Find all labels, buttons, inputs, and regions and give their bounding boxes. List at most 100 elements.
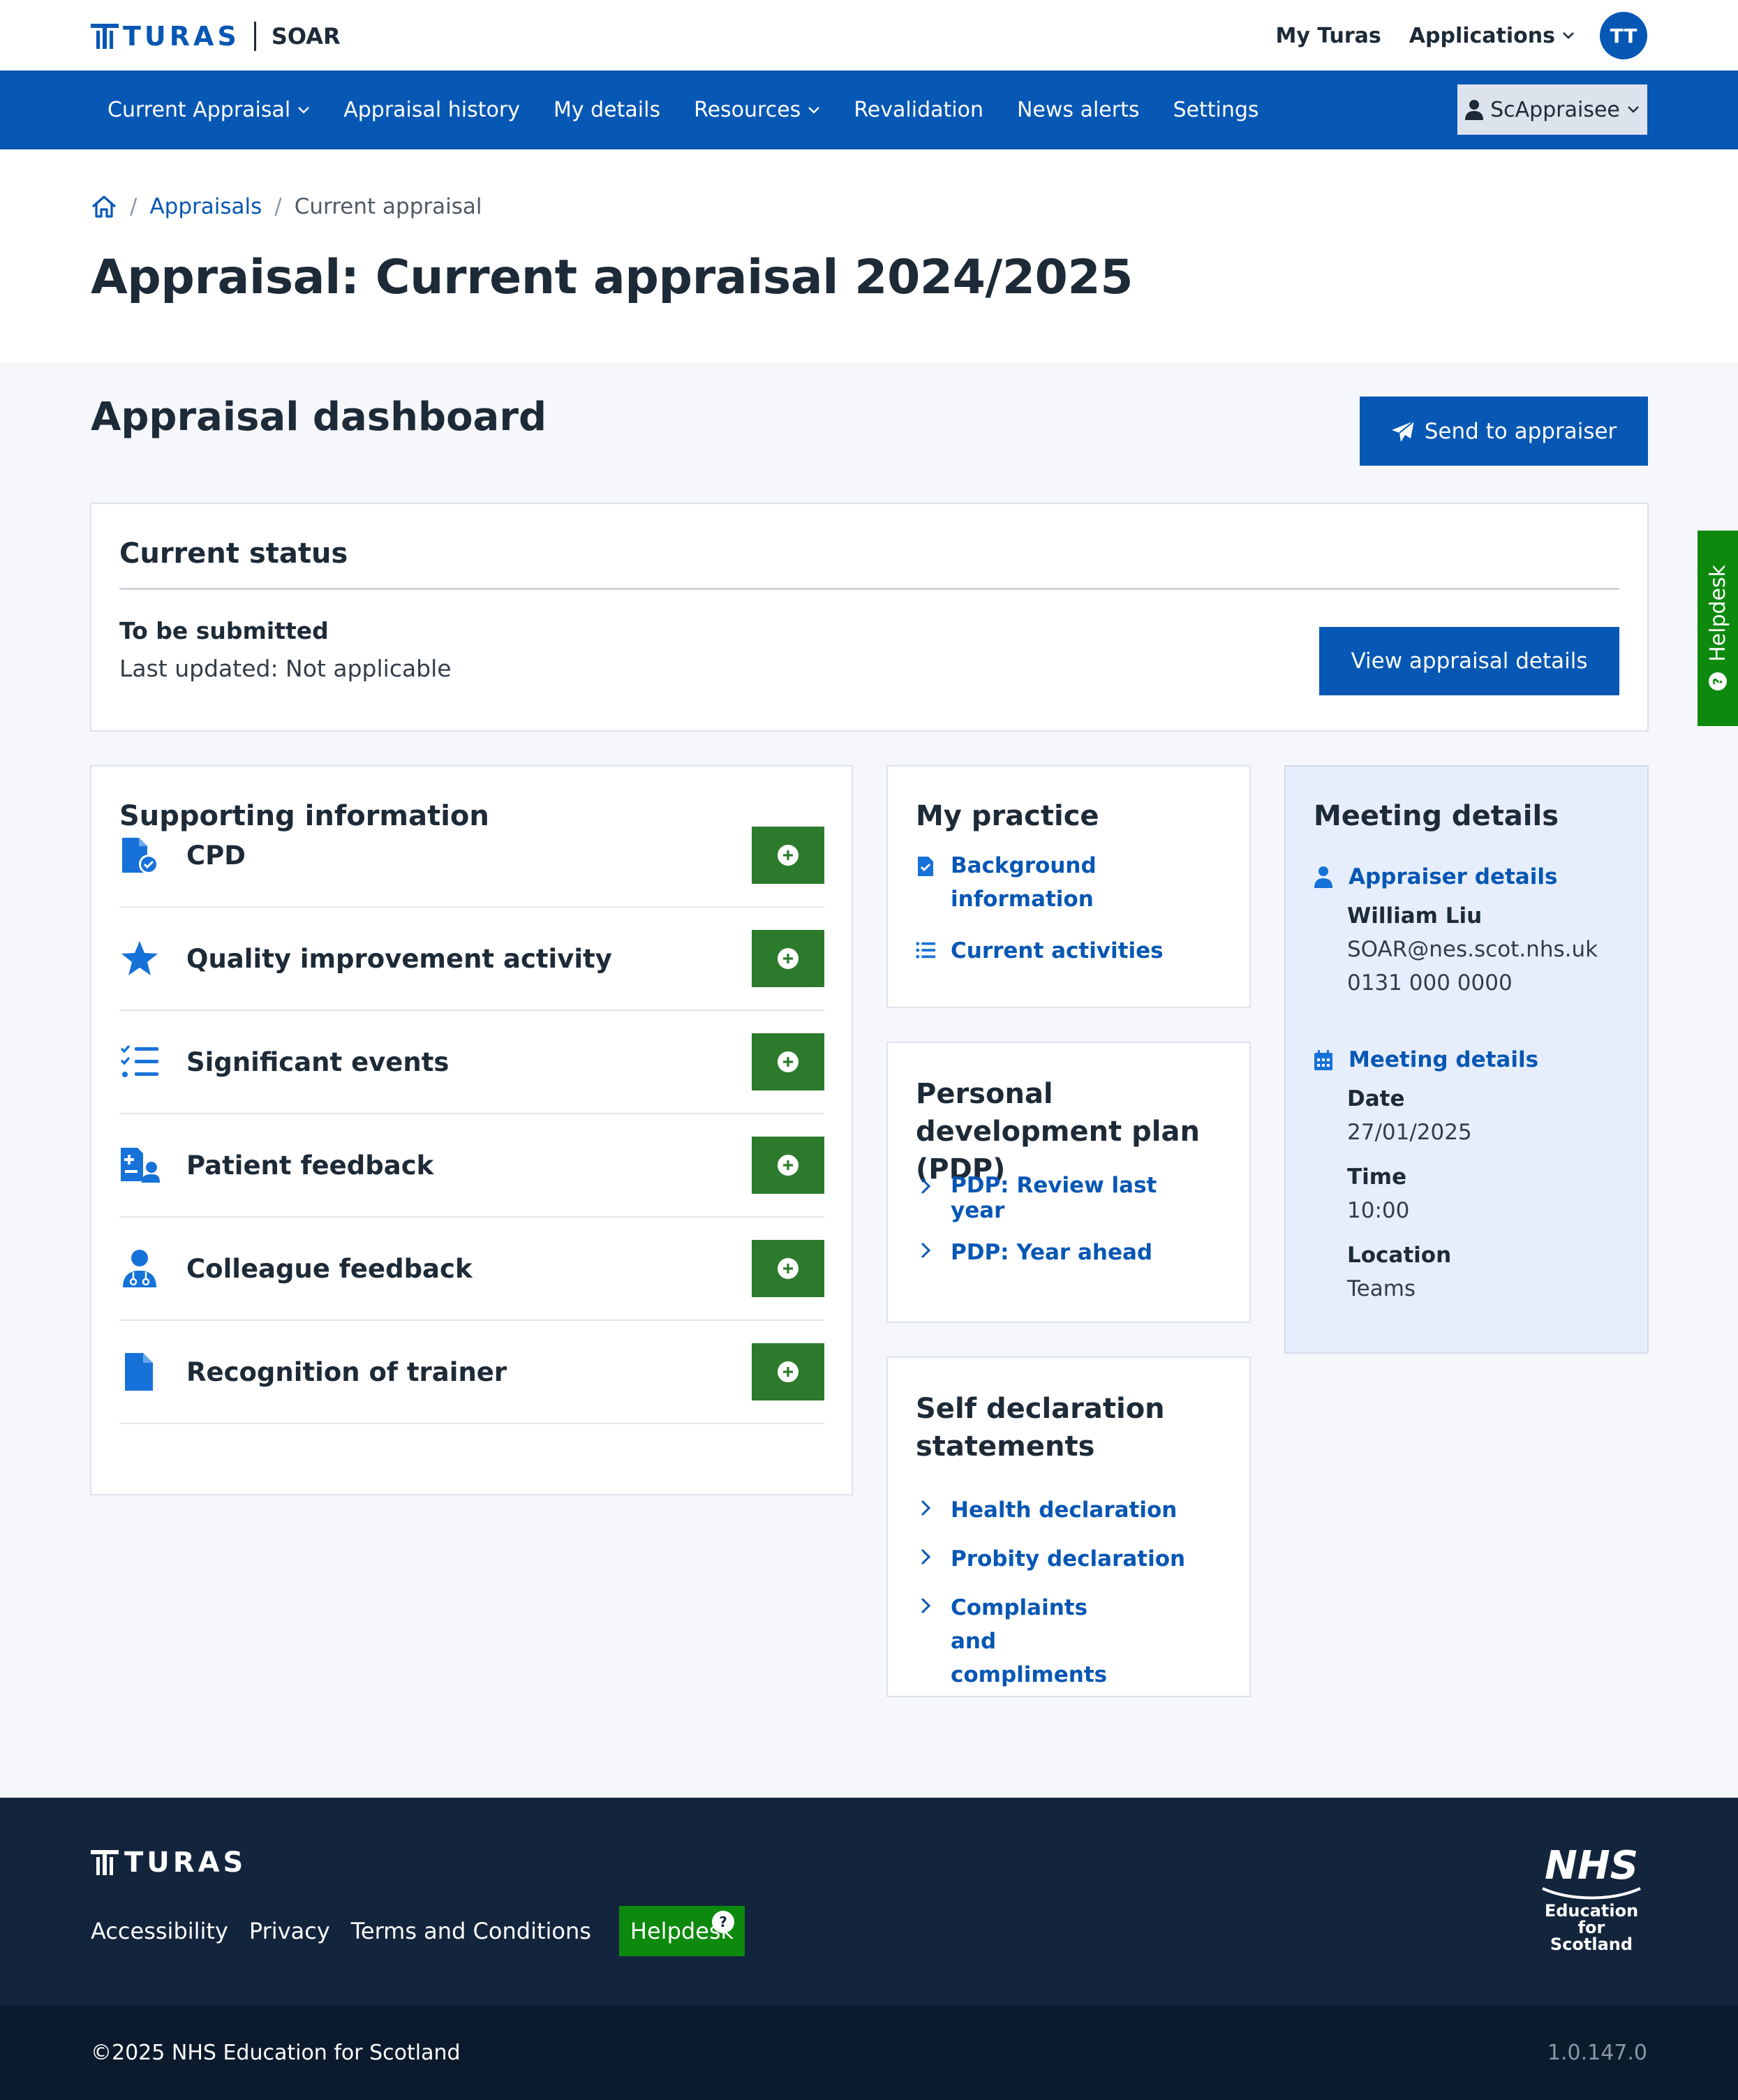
pdp-card: Personal development plan (PDP) PDP: Rev… — [886, 1042, 1251, 1323]
supporting-item-colleague-feedback: Colleague feedback — [119, 1218, 824, 1321]
breadcrumb-separator: / — [130, 194, 138, 219]
appraiser-details-link[interactable]: Appraiser details — [1314, 860, 1557, 894]
nhs-sub-education: Education — [1544, 1901, 1639, 1921]
supporting-item-label[interactable]: Colleague feedback — [186, 1254, 752, 1284]
view-button-label: View appraisal details — [1351, 649, 1588, 674]
meeting-time: 10:00 — [1347, 1198, 1410, 1223]
add-significant-event-button[interactable] — [752, 1033, 824, 1090]
self-declaration-card: Self declaration statements Health decla… — [886, 1356, 1251, 1697]
user-name: ScAppraisee — [1490, 97, 1620, 122]
current-status-card: Current status To be submitted Last upda… — [90, 503, 1649, 732]
appraiser-phone: 0131 000 0000 — [1347, 970, 1513, 996]
plus-circle-icon — [778, 1155, 799, 1176]
add-colleague-feedback-button[interactable] — [752, 1240, 824, 1297]
logo-divider — [253, 22, 256, 51]
divider — [119, 588, 1619, 590]
nav-label: Settings — [1173, 98, 1259, 122]
applications-menu[interactable]: Applications — [1409, 24, 1575, 48]
pdp-review-link[interactable]: PDP: Review last year — [916, 1173, 1209, 1223]
footer-link-accessibility[interactable]: Accessibility — [91, 1918, 228, 1944]
nav-appraisal-history[interactable]: Appraisal history — [327, 98, 537, 122]
calendar-icon — [1314, 1043, 1333, 1071]
supporting-item-label[interactable]: Patient feedback — [186, 1151, 752, 1181]
pdp-year-ahead-link[interactable]: PDP: Year ahead — [916, 1240, 1209, 1265]
footer-link-privacy[interactable]: Privacy — [249, 1918, 330, 1944]
nav-news-alerts[interactable]: News alerts — [1000, 98, 1157, 122]
nav-label: My details — [553, 98, 661, 122]
footer-links: Accessibility Privacy Terms and Conditio… — [91, 1906, 745, 1956]
link-label: Appraiser details — [1349, 864, 1558, 889]
nav-label: Revalidation — [854, 98, 983, 122]
background-information-link[interactable]: Background information — [916, 849, 1223, 916]
chevron-right-icon — [916, 1173, 935, 1195]
footer-logo-text: TURAS — [124, 1847, 247, 1879]
meeting-location: Teams — [1347, 1276, 1416, 1301]
nav-label: Current Appraisal — [107, 98, 291, 122]
turas-logo[interactable]: TURAS SOAR — [91, 21, 341, 52]
copyright: ©2025 NHS Education for Scotland — [91, 2041, 461, 2065]
complaints-compliments-link[interactable]: Complaints and compliments — [916, 1591, 1125, 1692]
helpdesk-side-tab[interactable]: Helpdesk ? — [1698, 531, 1738, 726]
footer: TURAS Accessibility Privacy Terms and Co… — [0, 1798, 1738, 2006]
chevron-right-icon — [916, 1240, 935, 1259]
add-recognition-of-trainer-button[interactable] — [752, 1343, 824, 1400]
supporting-item-significant-events: Significant events — [119, 1011, 824, 1114]
supporting-item-label[interactable]: Quality improvement activity — [186, 944, 752, 974]
link-label: PDP: Review last year — [951, 1173, 1157, 1223]
nav-label: Resources — [694, 98, 801, 122]
meeting-details-card: Meeting details Appraiser details Willia… — [1284, 765, 1649, 1354]
add-quality-improvement-button[interactable] — [752, 930, 824, 987]
dashboard-title: Appraisal dashboard — [91, 394, 547, 440]
link-label: Probity declaration — [951, 1546, 1186, 1572]
add-patient-feedback-button[interactable] — [752, 1137, 824, 1194]
supporting-item-label[interactable]: CPD — [186, 841, 752, 871]
appraiser-name: William Liu — [1347, 903, 1483, 929]
pdp-heading: Personal development plan (PDP) — [916, 1078, 1200, 1185]
plus-circle-icon — [778, 948, 799, 969]
chevron-right-icon — [916, 1591, 935, 1615]
question-circle-icon: ? — [1709, 672, 1727, 691]
supporting-item-cpd: CPD — [119, 804, 824, 908]
user-menu-button[interactable]: ScAppraisee — [1457, 84, 1647, 135]
current-status-heading: Current status — [119, 538, 348, 570]
avatar[interactable]: TT — [1600, 12, 1647, 59]
svg-text:?: ? — [1711, 678, 1725, 685]
helpdesk-tab-label: Helpdesk — [1705, 564, 1730, 662]
user-icon — [1465, 100, 1484, 120]
nav-revalidation[interactable]: Revalidation — [837, 98, 1000, 122]
checklist-icon — [119, 1042, 160, 1082]
send-to-appraiser-button[interactable]: Send to appraiser — [1360, 397, 1648, 466]
location-label: Location — [1347, 1243, 1452, 1268]
meeting-details-link[interactable]: Meeting details — [1314, 1043, 1538, 1077]
status-last-updated: Last updated: Not applicable — [119, 655, 452, 682]
app-name: SOAR — [271, 23, 341, 50]
health-declaration-link[interactable]: Health declaration — [916, 1493, 1223, 1527]
view-appraisal-details-button[interactable]: View appraisal details — [1319, 627, 1619, 695]
footer-link-terms[interactable]: Terms and Conditions — [351, 1918, 591, 1944]
my-turas-link[interactable]: My Turas — [1276, 24, 1381, 48]
nav-current-appraisal[interactable]: Current Appraisal — [91, 98, 327, 122]
plus-circle-icon — [778, 1361, 799, 1382]
send-button-label: Send to appraiser — [1424, 418, 1617, 444]
star-icon — [119, 938, 160, 979]
breadcrumb-current: Current appraisal — [294, 194, 482, 219]
add-cpd-button[interactable] — [752, 827, 824, 884]
file-check-icon — [916, 849, 935, 877]
question-circle-icon[interactable]: ? — [711, 1909, 736, 1935]
nav-resources[interactable]: Resources — [677, 98, 837, 122]
supporting-item-patient-feedback: Patient feedback — [119, 1114, 824, 1218]
probity-declaration-link[interactable]: Probity declaration — [916, 1542, 1223, 1576]
nav-my-details[interactable]: My details — [537, 98, 677, 122]
chevron-down-icon — [808, 106, 820, 114]
paper-plane-icon — [1391, 420, 1415, 442]
nav-settings[interactable]: Settings — [1156, 98, 1275, 122]
current-activities-link[interactable]: Current activities — [916, 934, 1223, 968]
breadcrumb-appraisals[interactable]: Appraisals — [149, 194, 262, 219]
main-nav: Current Appraisal Appraisal history My d… — [0, 71, 1738, 149]
home-icon[interactable] — [91, 195, 117, 219]
svg-text:?: ? — [719, 1914, 727, 1930]
file-check-icon — [119, 835, 160, 875]
link-label: PDP: Year ahead — [951, 1240, 1153, 1265]
supporting-item-label[interactable]: Significant events — [186, 1047, 752, 1077]
supporting-item-label[interactable]: Recognition of trainer — [186, 1357, 752, 1387]
